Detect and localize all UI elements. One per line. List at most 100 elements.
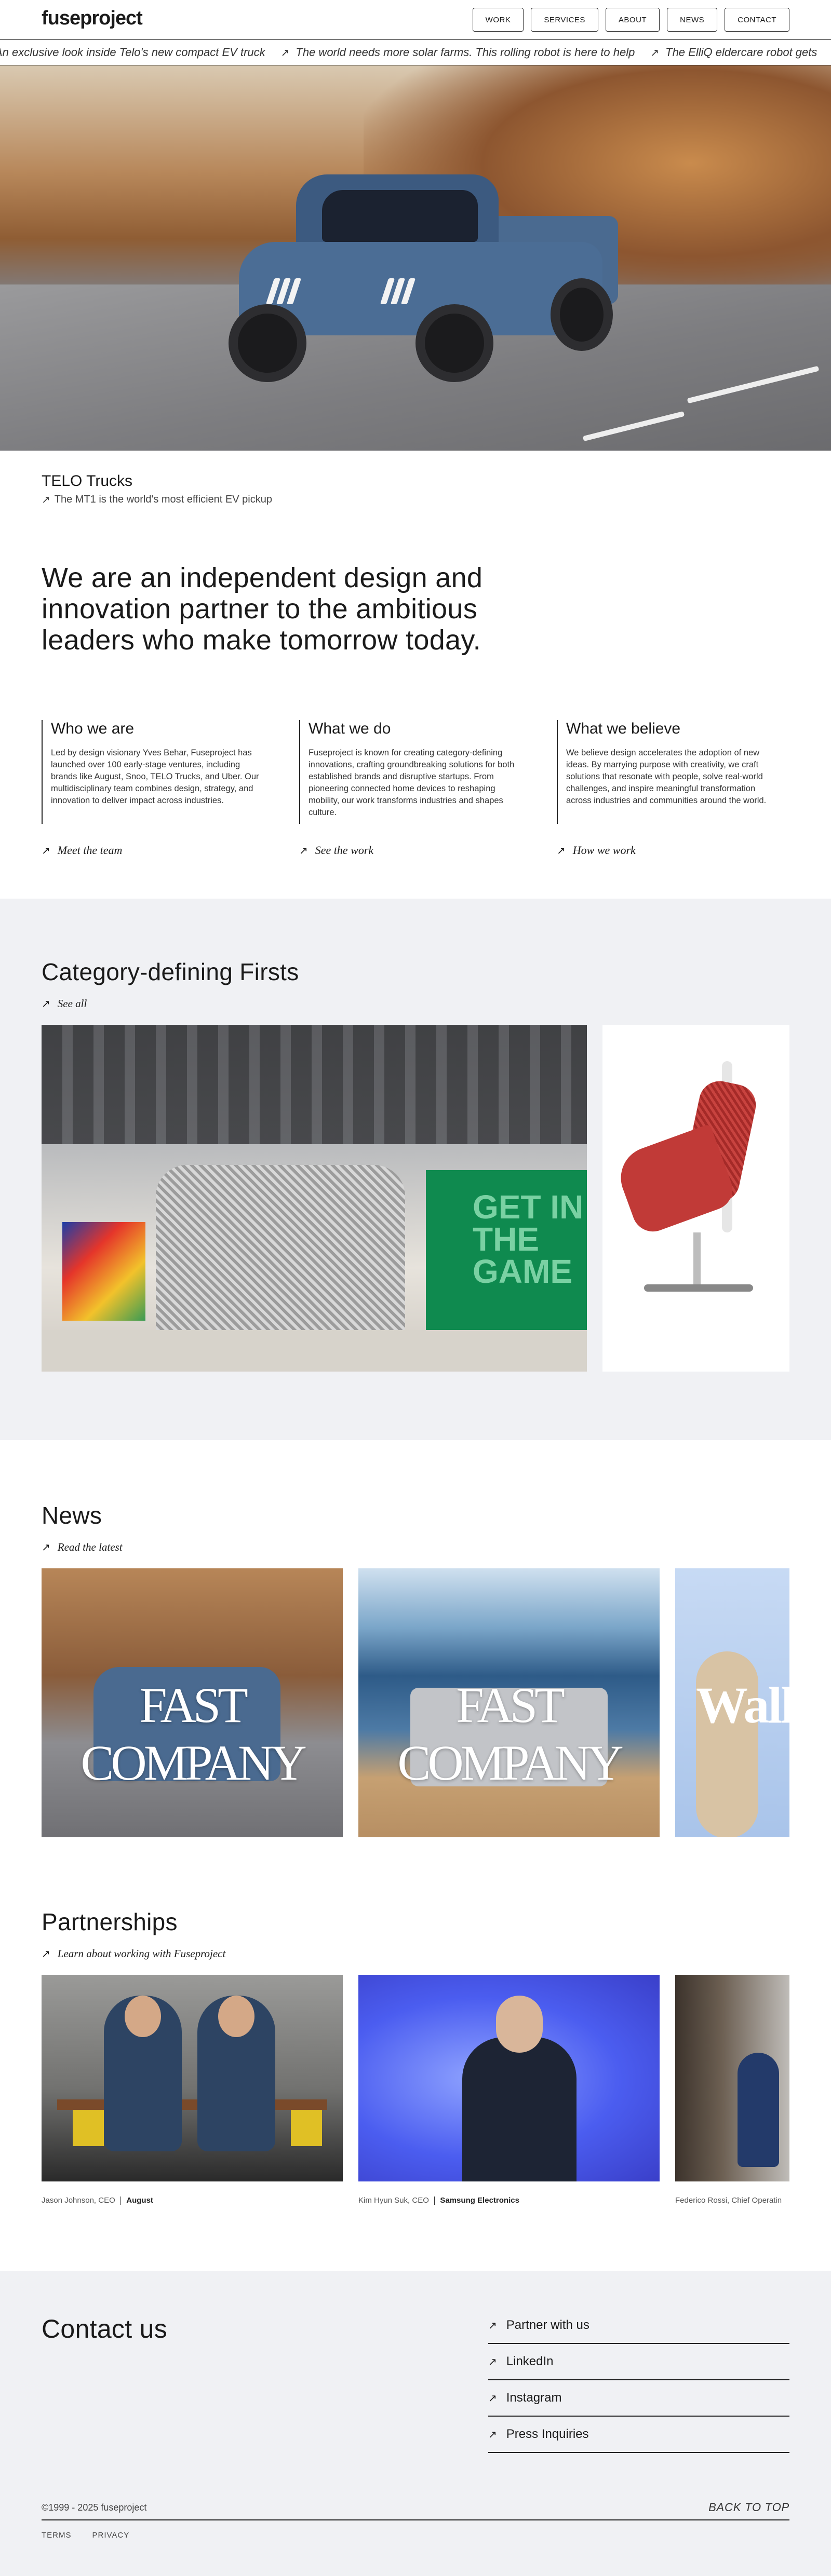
- link-label: How we work: [572, 844, 636, 857]
- column-box: Who we are Led by design visionary Yves …: [42, 720, 266, 824]
- bench-leg: [73, 2110, 104, 2146]
- partner-caption: Kim Hyun Suk, CEO Samsung Electronics: [358, 2196, 660, 2205]
- partner-with-us-link[interactable]: ↗ Partner with us: [488, 2308, 789, 2344]
- arrow-up-right-icon: ↗: [557, 845, 566, 857]
- project-subtitle-text: The MT1 is the world's most efficient EV…: [54, 494, 272, 505]
- nav-contact-button[interactable]: CONTACT: [725, 8, 789, 32]
- arrow-up-right-icon: ↗: [280, 47, 290, 59]
- publication-logo: Wall: [696, 1676, 789, 1734]
- arrow-up-right-icon: ↗: [42, 998, 50, 1010]
- arrow-up-right-icon: ↗: [650, 47, 660, 59]
- painting: [62, 1222, 145, 1321]
- news-card[interactable]: Wall: [675, 1568, 789, 1837]
- partnerships-carousel[interactable]: Jason Johnson, CEO August Kim Hyun Suk, …: [42, 1975, 789, 2205]
- wheel: [551, 278, 613, 351]
- column-title: Who we are: [51, 720, 135, 737]
- link-label: See all: [57, 997, 87, 1010]
- partner-caption: Federico Rossi, Chief Operatin: [675, 2196, 789, 2205]
- terms-link[interactable]: TERMS: [42, 2531, 72, 2540]
- legal-links: TERMS PRIVACY: [42, 2531, 129, 2540]
- arrow-up-right-icon: ↗: [299, 845, 308, 857]
- partnerships-section: Partnerships ↗ Learn about working with …: [0, 1837, 831, 2205]
- link-label: Meet the team: [57, 844, 123, 857]
- logo[interactable]: fuseproject: [42, 7, 143, 30]
- instagram-link[interactable]: ↗ Instagram: [488, 2380, 789, 2417]
- project-caption[interactable]: TELO Trucks ↗ The MT1 is the world's mos…: [0, 451, 831, 506]
- column-what-we-do: What we do Fuseproject is known for crea…: [299, 720, 524, 857]
- column-who-we-are: Who we are Led by design visionary Yves …: [42, 720, 266, 857]
- link-label: Partner with us: [506, 2318, 589, 2332]
- nav-services-button[interactable]: SERVICES: [531, 8, 598, 32]
- divider: [120, 2196, 122, 2205]
- see-all-link[interactable]: ↗ See all: [42, 997, 789, 1010]
- partner-person: Kim Hyun Suk, CEO: [358, 2196, 429, 2205]
- firsts-carousel[interactable]: GET IN THE GAME: [42, 1025, 789, 1372]
- ticker-item[interactable]: An exclusive look inside Telo's new comp…: [0, 46, 265, 59]
- news-card[interactable]: FAST COMPANY: [42, 1568, 343, 1837]
- partner-photo: [42, 1975, 343, 2181]
- column-text: Led by design visionary Yves Behar, Fuse…: [51, 748, 259, 805]
- project-subtitle: ↗ The MT1 is the world's most efficient …: [42, 493, 789, 506]
- meet-the-team-link[interactable]: ↗ Meet the team: [42, 844, 266, 857]
- sculpture-wall: [156, 1165, 405, 1352]
- working-with-link[interactable]: ↗ Learn about working with Fuseproject: [42, 1947, 789, 1960]
- person-head: [218, 1996, 254, 2037]
- project-title: TELO Trucks: [42, 472, 133, 490]
- publication-logo: FAST COMPANY: [81, 1677, 306, 1791]
- person-head: [496, 1996, 543, 2053]
- ticker-item[interactable]: ↗ The world needs more solar farms. This …: [281, 46, 635, 59]
- news-card[interactable]: FAST COMPANY: [358, 1568, 660, 1837]
- privacy-link[interactable]: PRIVACY: [92, 2531, 130, 2540]
- partner-photo: [358, 1975, 660, 2181]
- nav-work-button[interactable]: WORK: [472, 8, 524, 32]
- column-text: We believe design accelerates the adopti…: [566, 748, 767, 805]
- contact-links: ↗ Partner with us ↗ LinkedIn ↗ Instagram…: [488, 2308, 789, 2453]
- ev-truck: [229, 154, 634, 392]
- firsts-section: Category-defining Firsts ↗ See all GET I…: [0, 899, 831, 1440]
- section-title: Category-defining Firsts: [42, 958, 299, 985]
- news-ticker: An exclusive look inside Telo's new comp…: [0, 39, 831, 65]
- copyright: ©1999 - 2025 fuseproject: [42, 2502, 147, 2513]
- column-title: What we believe: [566, 720, 681, 737]
- nav-about-button[interactable]: ABOUT: [605, 8, 660, 32]
- press-inquiries-link[interactable]: ↗ Press Inquiries: [488, 2417, 789, 2453]
- partner-person: Jason Johnson, CEO: [42, 2196, 115, 2205]
- intro-statement: We are an independent design and innovat…: [42, 562, 483, 656]
- see-the-work-link[interactable]: ↗ See the work: [299, 844, 524, 857]
- arrow-up-right-icon: ↗: [42, 845, 50, 857]
- ceiling: [42, 1025, 587, 1144]
- link-label: Learn about working with Fuseproject: [57, 1947, 226, 1960]
- chair-pole: [693, 1232, 701, 1284]
- link-label: LinkedIn: [506, 2354, 554, 2368]
- partner-caption: Jason Johnson, CEO August: [42, 2196, 343, 2205]
- how-we-work-link[interactable]: ↗ How we work: [557, 844, 781, 857]
- contact-footer: Contact us ↗ Partner with us ↗ LinkedIn …: [0, 2271, 831, 2576]
- linkedin-link[interactable]: ↗ LinkedIn: [488, 2344, 789, 2380]
- hero-image[interactable]: [0, 65, 831, 451]
- gallery-project-card[interactable]: GET IN THE GAME: [42, 1025, 587, 1372]
- arrow-up-right-icon: ↗: [488, 2356, 497, 2368]
- column-text: Fuseproject is known for creating catego…: [309, 748, 515, 817]
- partner-card[interactable]: Federico Rossi, Chief Operatin: [675, 1975, 789, 2205]
- link-label: Read the latest: [57, 1541, 123, 1553]
- person: [462, 2037, 577, 2181]
- partner-photo: [675, 1975, 789, 2181]
- person-head: [125, 1996, 161, 2037]
- arrow-up-right-icon: ↗: [42, 1542, 50, 1553]
- ticker-text: The world needs more solar farms. This r…: [296, 46, 635, 59]
- person: [738, 2053, 779, 2167]
- wall-sign: GET IN THE GAME: [473, 1188, 584, 1290]
- read-the-latest-link[interactable]: ↗ Read the latest: [42, 1541, 789, 1554]
- ticker-item[interactable]: ↗ The ElliQ eldercare robot gets: [650, 46, 817, 59]
- nav-news-button[interactable]: NEWS: [667, 8, 718, 32]
- news-carousel[interactable]: FAST COMPANY FAST COMPANY Wall: [42, 1568, 789, 1837]
- partner-card[interactable]: Jason Johnson, CEO August: [42, 1975, 343, 2205]
- chair-project-card[interactable]: [602, 1025, 789, 1372]
- floor: [42, 1330, 587, 1372]
- back-to-top-link[interactable]: BACK TO TOP: [708, 2501, 789, 2514]
- section-title: Partnerships: [42, 1908, 178, 1935]
- arrow-up-right-icon: ↗: [42, 494, 50, 506]
- ticker-text: An exclusive look inside Telo's new comp…: [0, 46, 265, 59]
- partner-card[interactable]: Kim Hyun Suk, CEO Samsung Electronics: [358, 1975, 660, 2205]
- column-title: What we do: [309, 720, 391, 737]
